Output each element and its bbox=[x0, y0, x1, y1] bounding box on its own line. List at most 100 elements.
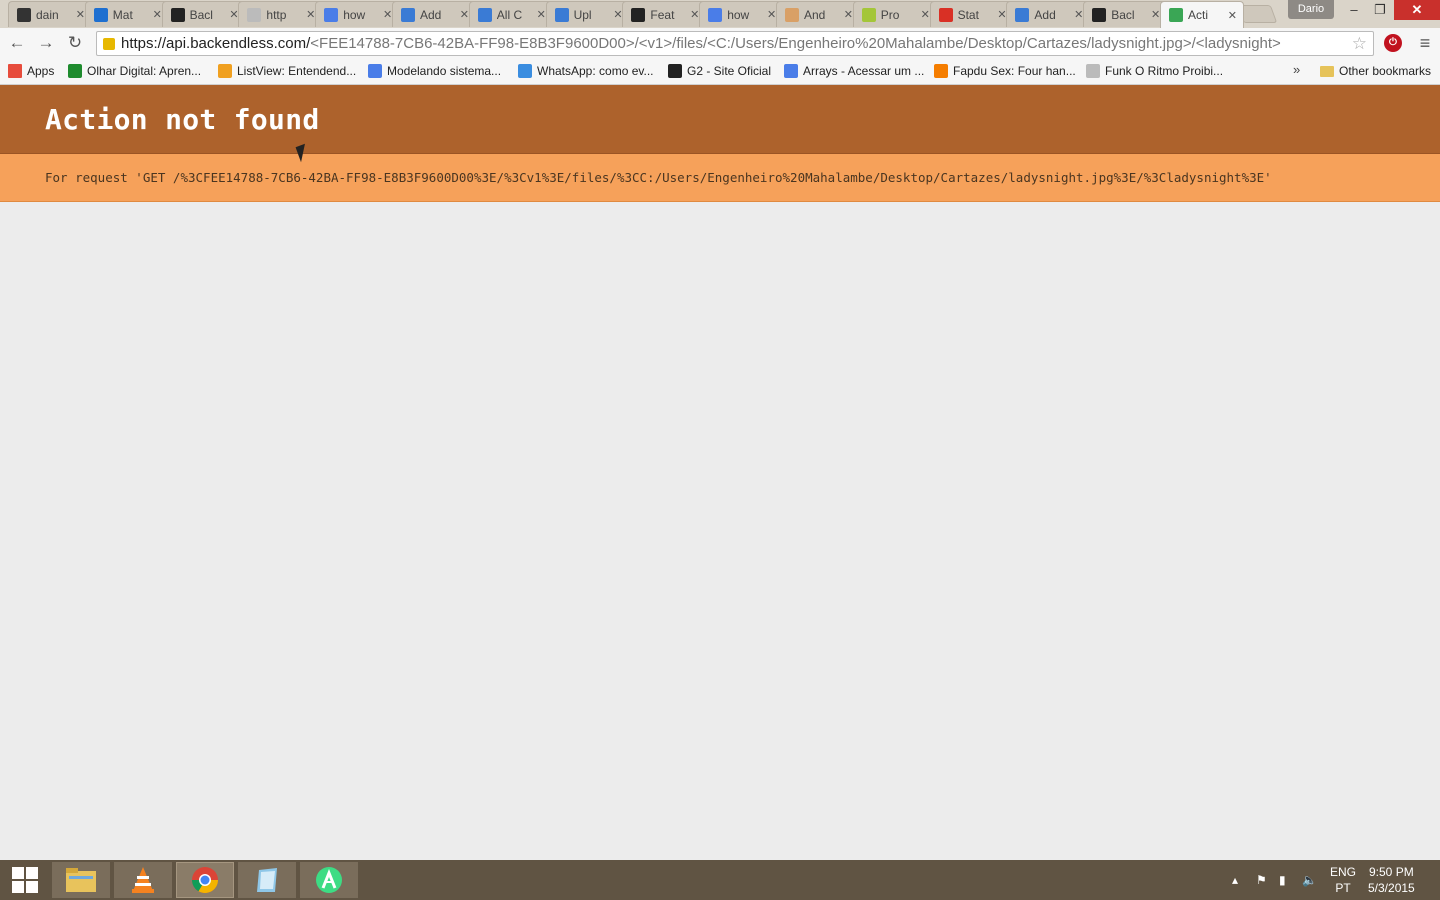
action-center-flag-icon[interactable]: ⚑ bbox=[1256, 860, 1267, 900]
browser-icon bbox=[93, 7, 108, 22]
tab-12[interactable]: Stat ✕ bbox=[929, 1, 1014, 27]
gmail-icon bbox=[938, 7, 953, 22]
bookmark-item[interactable]: Funk O Ritmo Proibi... bbox=[1086, 62, 1223, 80]
taskbar-chrome[interactable] bbox=[176, 862, 234, 898]
tab-title: Feat bbox=[650, 7, 675, 22]
tab-5[interactable]: Add ✕ bbox=[392, 1, 476, 27]
tab-close-icon[interactable]: ✕ bbox=[1228, 9, 1237, 22]
tab-close-icon[interactable]: ✕ bbox=[306, 8, 315, 21]
arrays-icon bbox=[784, 64, 798, 78]
bookmark-label: Modelando sistema... bbox=[387, 64, 502, 78]
language-indicator[interactable]: ENG PT bbox=[1330, 860, 1360, 900]
stackoverflow-icon bbox=[785, 7, 799, 22]
back-arrow-icon[interactable]: ← bbox=[5, 32, 29, 54]
clock[interactable]: 9:50 PM 5/3/2015 bbox=[1368, 860, 1430, 900]
tab-15[interactable]: Acti ✕ bbox=[1160, 1, 1244, 28]
tab-13[interactable]: Add ✕ bbox=[1006, 1, 1091, 27]
tab-close-icon[interactable]: ✕ bbox=[229, 8, 238, 21]
start-button[interactable] bbox=[0, 862, 50, 898]
taskbar-android-studio[interactable] bbox=[300, 862, 358, 898]
bookmark-item[interactable]: Arrays - Acessar um ... bbox=[784, 62, 924, 80]
taskbar-notepad[interactable] bbox=[238, 862, 296, 898]
network-icon[interactable]: ▮ bbox=[1279, 860, 1286, 900]
tab-close-icon[interactable]: ✕ bbox=[767, 8, 776, 21]
olhar-digital-icon bbox=[68, 64, 82, 78]
bookmark-label: Olhar Digital: Apren... bbox=[87, 64, 202, 78]
bookmark-item[interactable]: Fapdu Sex: Four han... bbox=[934, 62, 1076, 80]
taskbar-file-explorer[interactable] bbox=[52, 862, 110, 898]
tab-title: All C bbox=[496, 7, 523, 22]
chrome-icon bbox=[191, 867, 219, 894]
tab-3[interactable]: http ✕ bbox=[238, 1, 323, 27]
tab-14[interactable]: Bacl ✕ bbox=[1083, 1, 1168, 27]
other-bookmarks-button[interactable]: Other bookmarks bbox=[1320, 62, 1431, 80]
bookmark-item[interactable]: ListView: Entendend... bbox=[218, 62, 356, 80]
address-bar[interactable]: https://api.backendless.com/<FEE14788-7C… bbox=[96, 31, 1374, 56]
page-title: Action not found bbox=[45, 102, 320, 136]
tab-6[interactable]: All C ✕ bbox=[468, 1, 553, 27]
bookmark-item[interactable]: WhatsApp: como ev... bbox=[518, 62, 654, 80]
bookmark-item[interactable]: G2 - Site Oficial bbox=[668, 62, 771, 80]
tab-title: Acti bbox=[1188, 8, 1209, 22]
play-icon bbox=[1169, 8, 1183, 22]
bookmark-star-icon[interactable]: ☆ bbox=[1352, 34, 1367, 54]
tab-close-icon[interactable]: ✕ bbox=[460, 8, 469, 21]
tab-4[interactable]: how ✕ bbox=[315, 1, 400, 27]
folder-icon bbox=[66, 868, 96, 892]
tab-8[interactable]: Feat ✕ bbox=[622, 1, 707, 27]
volume-icon[interactable]: 🔈 bbox=[1302, 860, 1317, 900]
tab-title: Upl bbox=[573, 7, 592, 22]
vlc-cone-icon bbox=[132, 867, 154, 893]
tab-9[interactable]: how ✕ bbox=[699, 1, 784, 27]
tab-close-icon[interactable]: ✕ bbox=[1151, 8, 1160, 21]
tab-0[interactable]: dain ✕ bbox=[8, 1, 92, 27]
clock-date: 5/3/2015 bbox=[1368, 881, 1415, 895]
backendless-icon bbox=[1092, 7, 1107, 22]
tab-title: Add bbox=[1034, 7, 1056, 22]
tab-2[interactable]: Bacl ✕ bbox=[161, 1, 246, 27]
lock-icon bbox=[103, 37, 115, 50]
g2-icon bbox=[668, 64, 682, 78]
tab-title: Bacl bbox=[189, 7, 213, 22]
blogger-icon bbox=[934, 64, 948, 78]
bookmarks-more-button[interactable]: » bbox=[1293, 62, 1300, 77]
taskbar-vlc[interactable] bbox=[114, 862, 172, 898]
browser-toolbar: ← → ↻ https://api.backendless.com/<FEE14… bbox=[0, 28, 1440, 58]
tab-close-icon[interactable]: ✕ bbox=[537, 8, 546, 21]
tab-close-icon[interactable]: ✕ bbox=[613, 8, 622, 21]
tab-11[interactable]: Pro ✕ bbox=[852, 1, 937, 27]
android-icon bbox=[861, 7, 876, 22]
ur-icon bbox=[477, 7, 492, 22]
tab-close-icon[interactable]: ✕ bbox=[997, 8, 1006, 21]
menu-icon[interactable]: ≡ bbox=[1416, 32, 1434, 54]
bookmark-label: ListView: Entendend... bbox=[237, 64, 357, 78]
bookmark-item[interactable]: Apps bbox=[8, 62, 54, 80]
profile-button[interactable]: Dario bbox=[1288, 0, 1334, 19]
restore-icon[interactable]: ❐ bbox=[1366, 0, 1394, 20]
tab-strip: dain ✕ Mat ✕ Bacl ✕ http ✕ how ✕ Add ✕ All C ✕ Upl ✕ Fea… bbox=[0, 0, 1440, 28]
bookmark-item[interactable]: Modelando sistema... bbox=[368, 62, 501, 80]
tab-close-icon[interactable]: ✕ bbox=[1074, 8, 1083, 21]
tab-1[interactable]: Mat ✕ bbox=[84, 1, 169, 27]
tab-close-icon[interactable]: ✕ bbox=[690, 8, 699, 21]
minimize-icon[interactable]: – bbox=[1340, 0, 1368, 20]
close-window-icon[interactable]: ✕ bbox=[1394, 0, 1440, 20]
tray-up-arrow-icon[interactable]: ▴ bbox=[1232, 860, 1238, 900]
bookmark-item[interactable]: Olhar Digital: Apren... bbox=[68, 62, 201, 80]
tab-close-icon[interactable]: ✕ bbox=[76, 8, 85, 21]
windows-logo-icon bbox=[12, 867, 38, 893]
folder-icon bbox=[1320, 65, 1334, 77]
bookmark-label: WhatsApp: como ev... bbox=[537, 64, 654, 78]
ur-icon bbox=[401, 7, 415, 22]
tab-close-icon[interactable]: ✕ bbox=[844, 8, 853, 21]
tab-close-icon[interactable]: ✕ bbox=[383, 8, 392, 21]
extension-icon[interactable]: ⏻ bbox=[1384, 34, 1402, 52]
tab-7[interactable]: Upl ✕ bbox=[545, 1, 630, 27]
google-icon bbox=[368, 64, 382, 78]
tab-close-icon[interactable]: ✕ bbox=[921, 8, 930, 21]
tab-close-icon[interactable]: ✕ bbox=[153, 8, 162, 21]
tab-title: how bbox=[727, 7, 750, 22]
tab-10[interactable]: And ✕ bbox=[776, 1, 860, 27]
reload-icon[interactable]: ↻ bbox=[63, 32, 87, 54]
forward-arrow-icon[interactable]: → bbox=[34, 32, 58, 54]
